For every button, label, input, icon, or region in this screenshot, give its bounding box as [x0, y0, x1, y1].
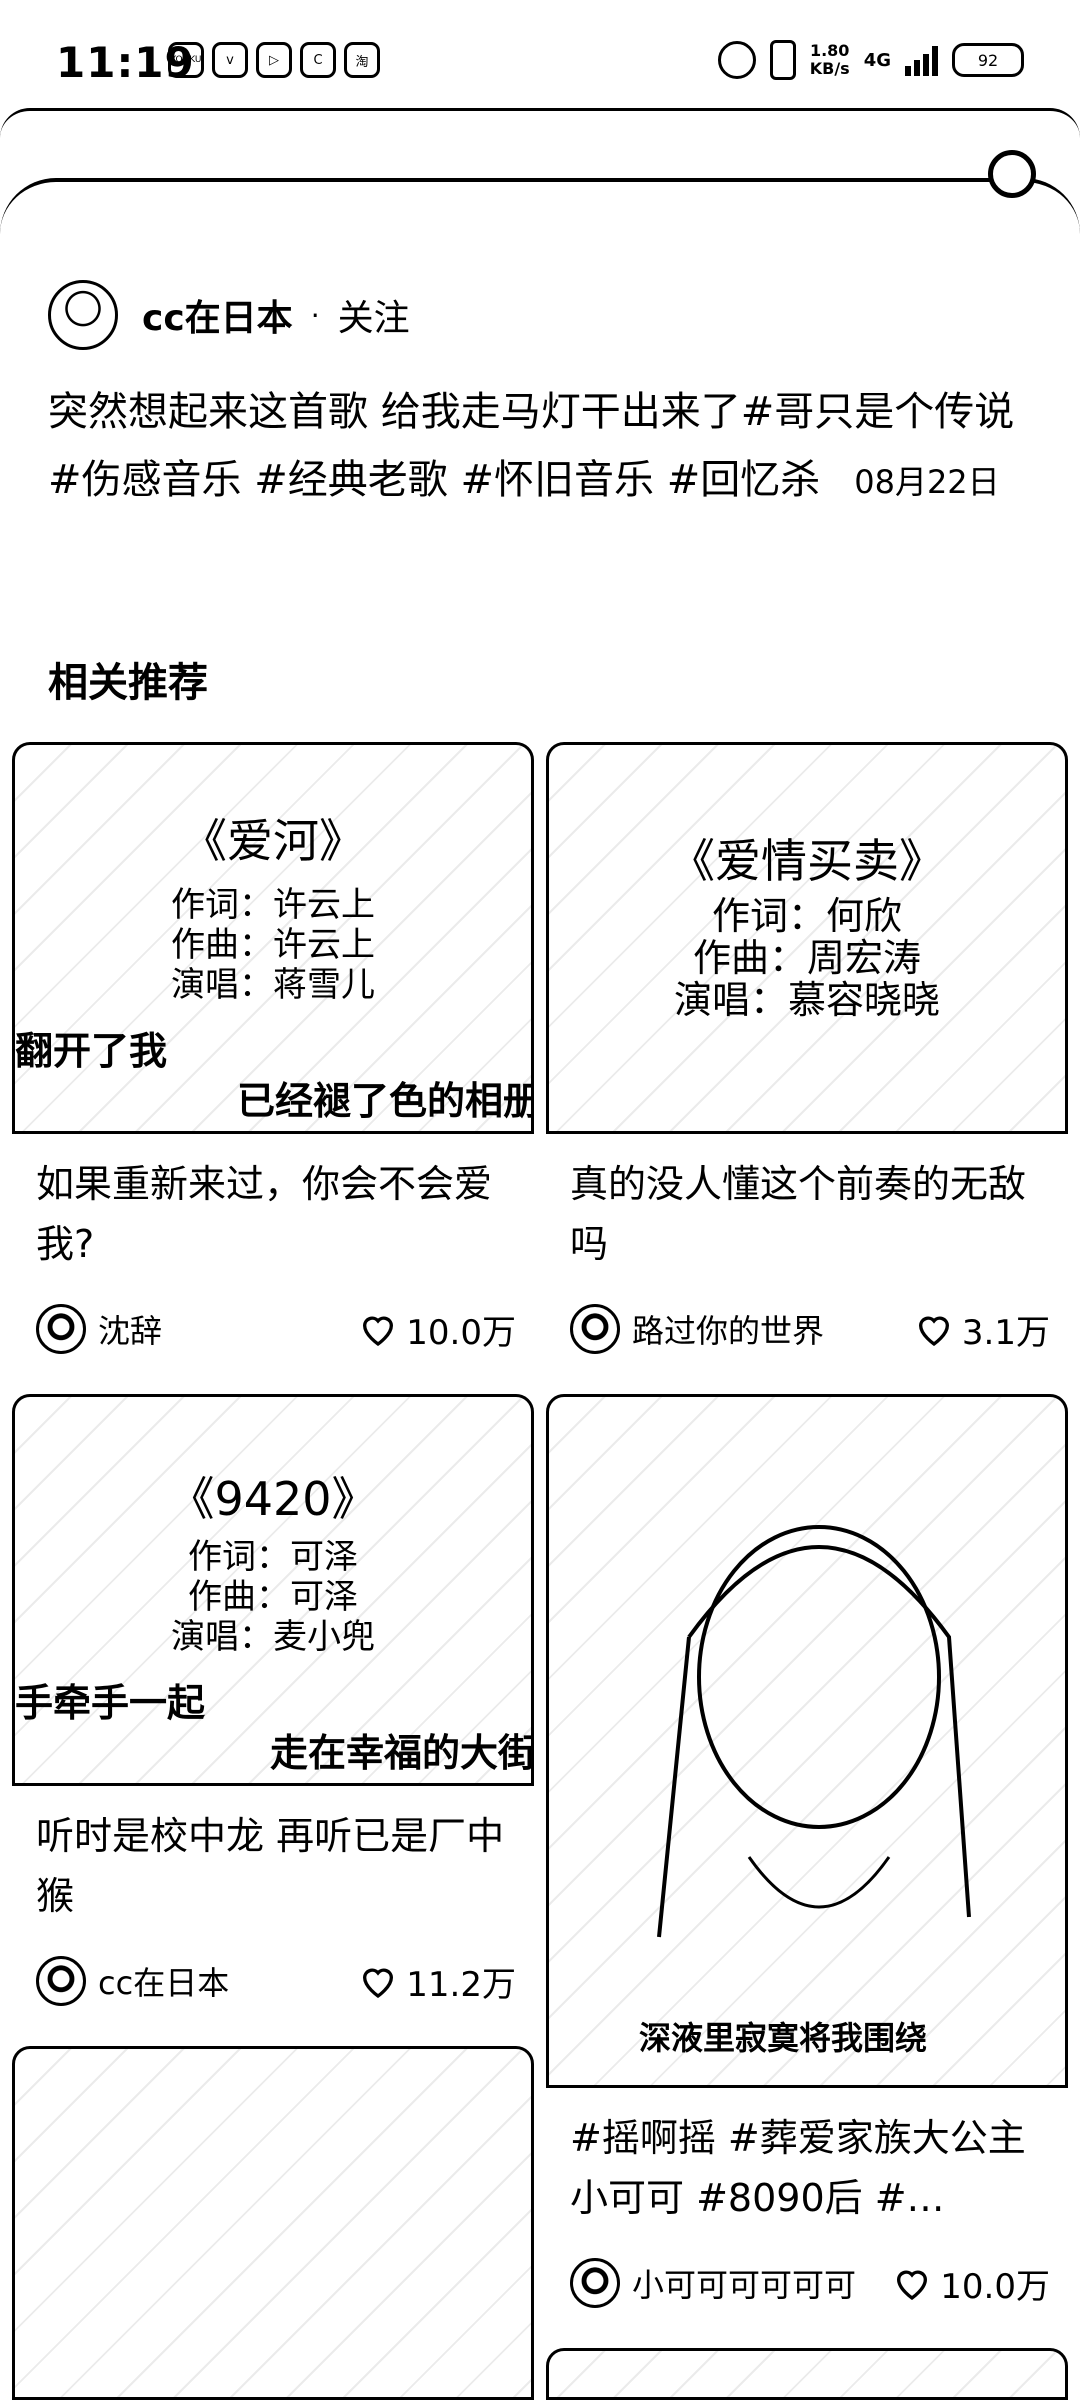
card-thumbnail[interactable]: 《爱河》 作词：许云上 作曲：许云上 演唱：蒋雪儿 翻开了我 已经褪了色的相册: [12, 742, 534, 1134]
user-avatar[interactable]: [570, 1304, 620, 1354]
network-type: 4G: [863, 49, 891, 71]
song-credits: 作词：可泽 作曲：可泽 演唱：麦小兜: [171, 1537, 375, 1657]
song-credits: 作词：何欣 作曲：周宏涛 演唱：慕容晓晓: [673, 894, 940, 1022]
song-credits: 作词：许云上 作曲：许云上 演唱：蒋雪儿: [171, 885, 375, 1005]
user-avatar[interactable]: [36, 1304, 86, 1354]
recommend-card[interactable]: 《爱情买卖》 作词：何欣 作曲：周宏涛 演唱：慕容晓晓 真的没人懂这个前奏的无敌…: [546, 742, 1068, 1362]
card-thumbnail[interactable]: 《爱情买卖》 作词：何欣 作曲：周宏涛 演唱：慕容晓晓: [546, 742, 1068, 1134]
heart-icon: [897, 2270, 928, 2301]
like-button[interactable]: 11.2万: [358, 1957, 516, 2006]
card-title[interactable]: #摇啊摇 #葬爱家族大公主小可可 #8090后 #…: [570, 2108, 1050, 2228]
song-title: 《爱情买卖》: [669, 834, 945, 888]
subtitle-left: 手牵手一起: [15, 1681, 206, 1725]
user-name[interactable]: 小可可可可可可: [632, 2260, 856, 2306]
heart-icon: [363, 1968, 394, 1999]
heart-icon: [363, 1316, 394, 1347]
notification-icons: YOUKU v ▷ C 淘: [168, 42, 380, 78]
like-count: 11.2万: [406, 1964, 516, 2005]
app-c-icon: C: [300, 42, 336, 78]
subtitle-right: 走在幸福的大街: [270, 1731, 534, 1775]
card-thumbnail[interactable]: [546, 2348, 1068, 2400]
app-v-icon: v: [212, 42, 248, 78]
follow-button[interactable]: 关注: [338, 289, 410, 341]
card-title[interactable]: 听时是校中龙 再听已是厂中猴: [36, 1806, 526, 1926]
subtitle: 深液里寂寞将我围绕: [639, 2019, 928, 2057]
related-recommendations-title: 相关推荐: [48, 660, 208, 706]
alarm-icon: [717, 41, 756, 79]
card-thumbnail[interactable]: [12, 2046, 534, 2400]
system-icons: 1.80 KB/s 4G 92: [717, 40, 1024, 80]
author-name[interactable]: cc在日本: [142, 289, 293, 341]
video-app-icon: ▷: [256, 42, 292, 78]
author-avatar[interactable]: [48, 280, 118, 350]
user-name[interactable]: 路过你的世界: [632, 1306, 824, 1352]
card-title[interactable]: 如果重新来过，你会不会爱我?: [36, 1154, 516, 1274]
background-sheet-edge: [0, 108, 1080, 171]
card-meta: 小可可可可可可 10.0万: [570, 2258, 1050, 2308]
user-name[interactable]: cc在日本: [98, 1958, 229, 2004]
subtitle-left: 翻开了我: [15, 1029, 168, 1073]
recommend-card[interactable]: 《爱河》 作词：许云上 作曲：许云上 演唱：蒋雪儿 翻开了我 已经褪了色的相册 …: [12, 742, 534, 1362]
separator: ·: [310, 298, 320, 332]
subtitle-right: 已经褪了色的相册: [237, 1079, 534, 1123]
card-meta: 路过你的世界 3.1万: [570, 1304, 1050, 1354]
like-button[interactable]: 10.0万: [358, 1305, 516, 1354]
user-avatar[interactable]: [36, 1956, 86, 2006]
post-author-row: cc在日本 · 关注: [48, 280, 410, 350]
like-count: 3.1万: [961, 1312, 1050, 1353]
status-bar: 11:19 YOUKU v ▷ C 淘 1.80 KB/s 4G 92: [0, 0, 1080, 110]
net-speed: 1.80 KB/s: [809, 41, 850, 78]
battery-icon: 92: [952, 43, 1024, 77]
like-button[interactable]: 10.0万: [892, 2259, 1050, 2308]
girl-portrait: [657, 1525, 971, 1938]
recommend-card[interactable]: 《9420》 作词：可泽 作曲：可泽 演唱：麦小兜 手牵手一起 走在幸福的大街 …: [12, 1394, 534, 2014]
vibrate-icon: [769, 40, 796, 80]
user-avatar[interactable]: [570, 2258, 620, 2308]
card-meta: cc在日本 11.2万: [36, 1956, 516, 2006]
like-count: 10.0万: [406, 1312, 516, 1353]
battery-level: 92: [977, 50, 999, 70]
post-date: 08月22日: [854, 463, 1000, 501]
like-button[interactable]: 3.1万: [914, 1305, 1050, 1354]
signal-icon: [905, 44, 938, 76]
recommend-card[interactable]: 深液里寂寞将我围绕 #摇啊摇 #葬爱家族大公主小可可 #8090后 #… 小可可…: [546, 1394, 1068, 2308]
youku-icon: YOUKU: [168, 42, 204, 78]
card-thumbnail[interactable]: 《9420》 作词：可泽 作曲：可泽 演唱：麦小兜 手牵手一起 走在幸福的大街: [12, 1394, 534, 1786]
card-thumbnail[interactable]: 深液里寂寞将我围绕: [546, 1394, 1068, 2088]
user-name[interactable]: 沈辞: [98, 1306, 162, 1352]
card-meta: 沈辞 10.0万: [36, 1304, 516, 1354]
heart-icon: [918, 1316, 949, 1347]
song-title: 《9420》: [168, 1472, 378, 1526]
song-title: 《爱河》: [181, 814, 365, 868]
taobao-icon: 淘: [344, 42, 380, 78]
like-count: 10.0万: [940, 2266, 1050, 2307]
card-title[interactable]: 真的没人懂这个前奏的无敌吗: [570, 1154, 1050, 1274]
post-description: 突然想起来这首歌 给我走马灯干出来了#哥只是个传说 #伤感音乐 #经典老歌 #怀…: [48, 378, 1038, 516]
sheet-handle-icon[interactable]: [988, 150, 1036, 198]
